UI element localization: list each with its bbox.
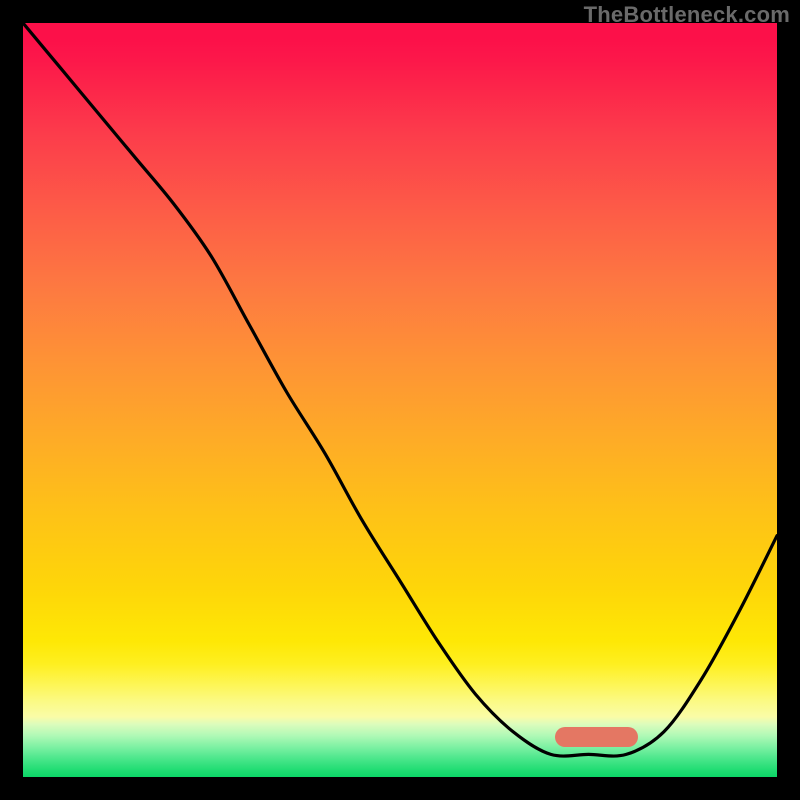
chart-frame: TheBottleneck.com: [0, 0, 800, 800]
plot-area: [23, 23, 777, 777]
optimal-range-bar: [555, 727, 638, 747]
bottleneck-curve: [23, 23, 777, 777]
watermark-text: TheBottleneck.com: [584, 2, 790, 28]
